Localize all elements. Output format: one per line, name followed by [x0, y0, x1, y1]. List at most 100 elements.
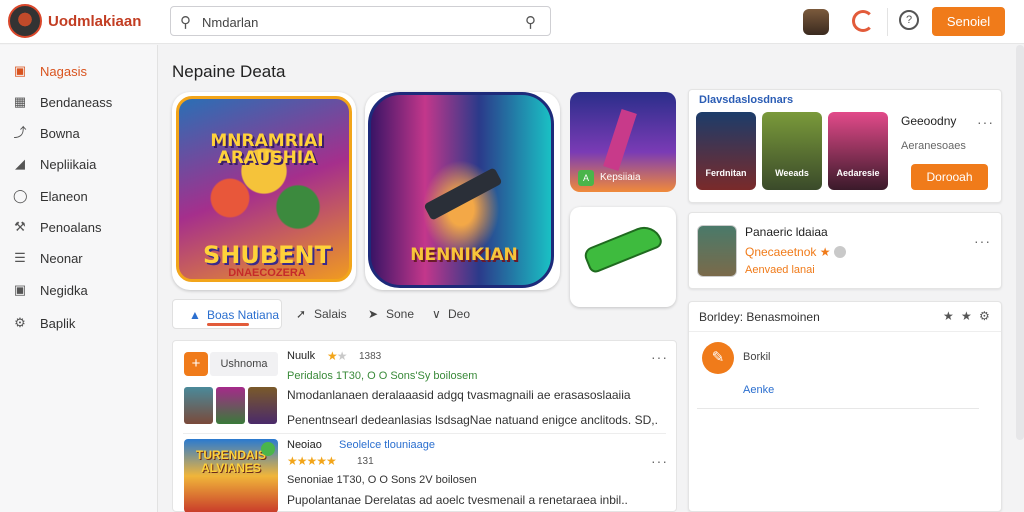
divider	[697, 408, 979, 409]
tower-illustration	[603, 108, 637, 172]
sidebar-item-6[interactable]: ☰ Neonar	[0, 246, 158, 272]
activity-avatar-icon: ✎	[702, 342, 734, 374]
collection-sub: Aeranesoaes	[901, 140, 966, 152]
user-avatar[interactable]	[803, 9, 829, 35]
feed-meta: Senoniae 1T30, O O Sons 2V boilosen	[287, 474, 477, 486]
collection-title[interactable]: Dlavsdaslosdnars	[699, 94, 793, 106]
gear-icon: ⚙	[14, 315, 26, 330]
brand-name[interactable]: Uodmlakiaan	[48, 13, 141, 30]
sidebar-item-2[interactable]: ⤴ Bowna	[0, 121, 158, 147]
sidebar-item-4[interactable]: ◯ Elaneon	[0, 184, 158, 210]
sidebar-item-5[interactable]: ⚒ Penoalans	[0, 215, 158, 241]
sidebar-item-7[interactable]: ▣ Negidka	[0, 278, 158, 304]
person-icon: ▲	[189, 308, 201, 322]
profile-handle-text: Qnecaeetnok	[745, 245, 817, 259]
feed-author[interactable]: Nuulk	[287, 350, 315, 362]
tab-3[interactable]: ∨ Deo	[432, 299, 482, 329]
settings-icon[interactable]: ⚙	[979, 309, 990, 323]
tab-1[interactable]: ➚ Salais	[296, 299, 356, 329]
activity-card: Borldey: Benasmoinen ★ ★ ⚙ ✎ Borkil Aenk…	[688, 301, 1002, 512]
help-icon[interactable]: ?	[899, 10, 919, 30]
brand-logo[interactable]	[8, 4, 42, 38]
game-cover-art: MNRAMRIAI ARAUSHIA SHUBENT DNAECOZERA	[176, 96, 352, 282]
pin-icon[interactable]: ★	[943, 309, 954, 323]
sidebar-item-label: Bendaneass	[40, 95, 113, 110]
feed-meta: Peridalos 1T30, O O Sons'Sy boilosem	[287, 370, 478, 382]
profile-name[interactable]: Panaeric ldaiaa	[745, 225, 828, 239]
sidebar-item-3[interactable]: ◢ Nepliikaia	[0, 152, 158, 178]
activity-header-text: Borldey: Benasmoinen	[699, 310, 820, 324]
vertical-scrollbar[interactable]	[1016, 45, 1024, 440]
arrow-icon: ➚	[296, 307, 307, 321]
tab-2[interactable]: ➤ Sone	[368, 299, 424, 329]
tab-label: Deo	[448, 307, 471, 321]
store-icon: ▣	[13, 63, 27, 78]
plus-icon[interactable]: +	[184, 352, 208, 376]
activity-header: Borldey: Benasmoinen ★ ★ ⚙	[689, 302, 1001, 332]
sidebar-item-label: Penoalans	[40, 220, 102, 235]
thumb-label: Ferdnitan	[705, 168, 747, 178]
feed-thumbs	[184, 387, 278, 424]
collection-action-button[interactable]: Dorooah	[911, 164, 988, 190]
sidebar-item-8[interactable]: ⚙ Baplik	[0, 311, 158, 337]
star-icon[interactable]: ★	[961, 309, 972, 323]
rating-stars: ★★★★★	[287, 454, 337, 468]
game-tile[interactable]: A Kepsiiaia	[570, 92, 676, 192]
tab-label: Sone	[386, 307, 415, 321]
sidebar-item-label: Nagasis	[40, 64, 87, 79]
header-divider	[887, 8, 888, 36]
feed-thumb[interactable]	[184, 387, 213, 424]
rating-count: 131	[357, 456, 374, 467]
tab-0[interactable]: ▲ Boas Natiana	[172, 299, 282, 329]
feed-author[interactable]: Neoiao	[287, 439, 322, 451]
feed-thumb[interactable]	[248, 387, 277, 424]
more-icon[interactable]: ···	[974, 233, 991, 249]
thumb-label: Aedaresie	[836, 168, 880, 178]
collection-game-thumb[interactable]: Weeads	[762, 112, 822, 190]
bag-icon: ▣	[13, 282, 27, 297]
collection-game-thumb[interactable]: Aedaresie	[828, 112, 888, 190]
feed-game-thumb[interactable]: TURENDAIS ALVIANES	[184, 439, 278, 512]
collection-game-thumb[interactable]: Ferdnitan	[696, 112, 756, 190]
sidebar-item-0[interactable]: ▣ Nagasis	[0, 59, 158, 85]
grid-icon: ▦	[13, 94, 27, 109]
top-header: Uodmlakiaan ⚲ Nmdarlan ⚲ ? Senoiel	[0, 0, 1024, 44]
primary-header-button[interactable]: Senoiel	[932, 7, 1005, 36]
feed-author-link[interactable]: Seolelce tlouniaage	[339, 439, 435, 451]
rating-stars: ★★	[327, 349, 348, 363]
profile-handle: Qnecaeetnok ★	[745, 245, 846, 259]
chevron-icon: ∨	[432, 307, 441, 321]
wrench-icon: ⚒	[14, 219, 26, 234]
more-icon[interactable]: ···	[651, 453, 668, 469]
profile-sub: Aenvaed lanai	[745, 264, 815, 276]
feed-source-pill[interactable]: Ushnoma	[210, 352, 278, 376]
feed-tabs: ▲ Boas Natiana ➚ Salais ➤ Sone ∨ Deo	[172, 299, 677, 331]
sidebar-item-label: Elaneon	[40, 189, 88, 204]
activity-item-link[interactable]: Aenke	[743, 384, 774, 396]
download-icon: ⤴	[13, 125, 27, 140]
feed-thumb[interactable]	[216, 387, 245, 424]
collection-card: Dlavsdaslosdnars Ferdnitan Weeads Aedare…	[688, 89, 1002, 203]
feed-description: Nmodanlanaen deralaaasid adgq tvasmagnai…	[287, 388, 631, 402]
search-icon: ⚲	[180, 14, 191, 31]
collection-label: Geeoodny	[901, 114, 957, 128]
more-icon[interactable]: ···	[651, 349, 668, 365]
featured-game-tile[interactable]: MNRAMRIAI ARAUSHIA SHUBENT DNAECOZERA	[172, 92, 356, 290]
game-cover-title: SHUBENT	[202, 241, 331, 269]
sidebar-item-1[interactable]: ▦ Bendaneass	[0, 90, 158, 116]
activity-item-title: Borkil	[743, 351, 771, 363]
profile-avatar[interactable]	[697, 225, 737, 277]
controller-icon: ◢	[15, 156, 25, 171]
search-input[interactable]: Nmdarlan	[202, 15, 258, 30]
game-cover-top-text: MNRAMRIAI ARAUSHIA	[210, 131, 324, 168]
notification-icon[interactable]	[852, 10, 874, 32]
search-bar[interactable]: ⚲ Nmdarlan ⚲	[170, 6, 551, 36]
weapon-illustration	[423, 167, 503, 221]
featured-game-tile[interactable]: NENNIKIAN	[365, 92, 560, 290]
more-icon[interactable]: ···	[977, 114, 994, 130]
game-tile[interactable]	[570, 207, 676, 307]
search-submit-icon[interactable]: ⚲	[525, 13, 536, 31]
tile-label: Kepsiiaia	[600, 172, 641, 183]
game-cover-art: NENNIKIAN	[368, 92, 554, 288]
divider	[183, 433, 666, 434]
